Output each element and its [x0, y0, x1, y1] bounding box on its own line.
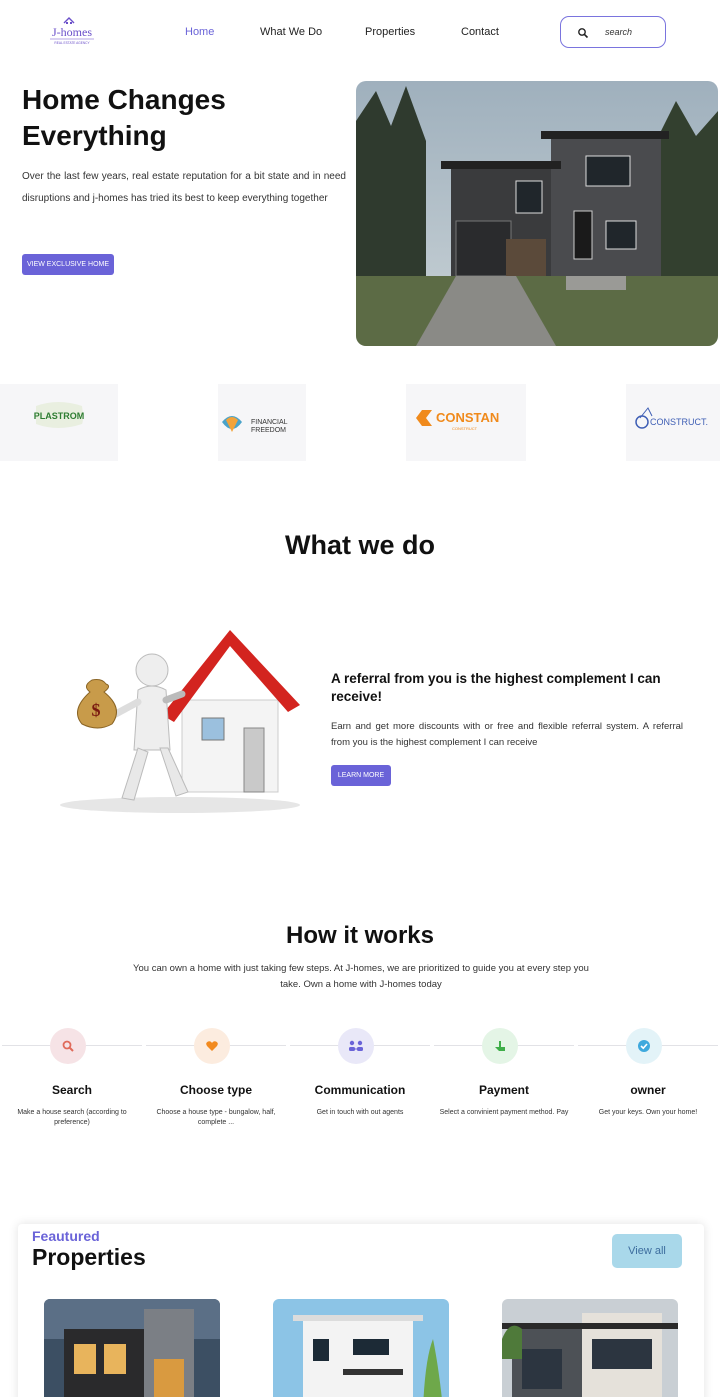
view-all-button[interactable]: View all — [612, 1234, 682, 1268]
svg-text:$: $ — [92, 700, 101, 720]
how-it-works-text: You can own a home with just taking few … — [133, 963, 589, 990]
search-input[interactable] — [605, 23, 661, 41]
step-description: Get your keys. Own your home! — [598, 1109, 698, 1116]
partner-logo-construct: CONSTRUCT. — [626, 384, 720, 461]
step-description: Select a convinient payment method. Pay — [439, 1109, 569, 1116]
step-title: owner — [630, 1083, 666, 1097]
step-title: Payment — [478, 1083, 530, 1097]
search-icon — [50, 1028, 86, 1064]
constan-logo-text: CONSTAN — [436, 410, 499, 425]
nav-contact[interactable]: Contact — [461, 26, 499, 38]
property-card[interactable] — [44, 1299, 220, 1397]
how-it-works-title: How it works — [285, 922, 435, 949]
plastrom-logo-text: PLASTROM — [34, 411, 85, 421]
featured-properties-section: Feautured Properties View all — [18, 1224, 704, 1397]
property-card[interactable] — [502, 1299, 678, 1397]
hero-text: Over the last few years, real estate rep… — [22, 171, 346, 204]
construct-logo-text: CONSTRUCT. — [650, 417, 708, 427]
step-title: Communication — [314, 1083, 406, 1097]
referral-text: Earn and get more discounts with or free… — [331, 721, 683, 748]
step-description: Get in touch with out agents — [316, 1109, 404, 1116]
referral-heading: A referral from you is the highest compl… — [331, 671, 661, 704]
nav-home[interactable]: Home — [185, 26, 214, 38]
financial-logo-line1: FINANCIAL — [251, 419, 288, 426]
hero-title: Home Changes Everything — [22, 84, 226, 151]
view-exclusive-home-button[interactable]: VIEW EXCLUSIVE HOME — [22, 254, 114, 275]
featured-kicker: Feautured — [32, 1228, 100, 1244]
check-icon — [626, 1028, 662, 1064]
partner-logo-constan: CONSTAN CONSTRUCT — [406, 384, 526, 461]
constan-logo-sub: CONSTRUCT — [452, 426, 478, 431]
learn-more-button[interactable]: LEARN MORE — [331, 765, 391, 786]
nav-what-we-do[interactable]: What We Do — [260, 26, 322, 38]
partner-logo-plastrom: PLASTROM — [0, 384, 118, 461]
step-title: Search — [51, 1083, 93, 1097]
hand-icon — [482, 1028, 518, 1064]
step-title: Choose type — [179, 1083, 252, 1097]
logo-tagline: REAL ESTATE AGENCY — [54, 41, 90, 45]
search-icon[interactable] — [577, 26, 589, 39]
heart-icon — [194, 1028, 230, 1064]
search-box[interactable] — [560, 16, 666, 48]
referral-illustration: $ — [52, 620, 308, 816]
hero-house-image — [356, 81, 718, 346]
nav-properties[interactable]: Properties — [365, 26, 415, 38]
partner-logo-financial-freedom: FINANCIAL FREEDOM — [218, 384, 306, 461]
featured-title: Properties — [32, 1244, 146, 1270]
site-header: J-homes REAL ESTATE AGENCY Home What We … — [0, 0, 720, 64]
what-we-do-title: What we do — [285, 530, 435, 560]
people-icon — [338, 1028, 374, 1064]
step-description: Choose a house type - bungalow, half, co… — [156, 1109, 276, 1126]
step-description: Make a house search (according to prefer… — [17, 1109, 127, 1126]
property-card[interactable] — [273, 1299, 449, 1397]
financial-logo-line2: FREEDOM — [251, 427, 286, 434]
